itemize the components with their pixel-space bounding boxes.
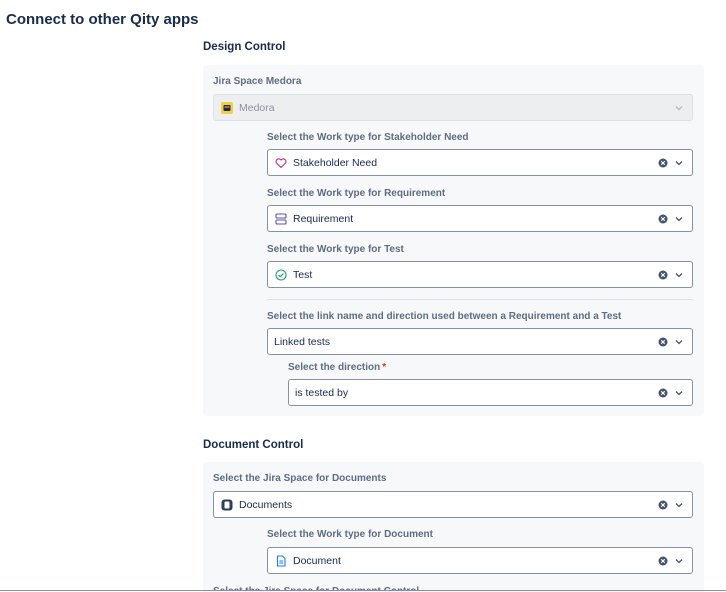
- documents-space-label: Select the Jira Space for Documents: [213, 473, 387, 484]
- requirement-value: Requirement: [293, 212, 354, 225]
- direction-label-text: Select the direction: [288, 362, 381, 373]
- chevron-down-icon[interactable]: [674, 500, 684, 510]
- page-title: Connect to other Qity apps: [6, 11, 199, 28]
- test-value: Test: [293, 268, 313, 281]
- direction-select[interactable]: is tested by: [288, 379, 693, 406]
- chevron-down-icon[interactable]: [674, 214, 684, 224]
- viewport-edge: [0, 590, 726, 591]
- heart-icon: [274, 156, 288, 170]
- clear-icon[interactable]: [658, 270, 668, 280]
- document-type-value: Document: [293, 554, 341, 567]
- project-avatar-icon: [220, 101, 234, 115]
- document-type-select[interactable]: Document: [267, 547, 693, 574]
- clear-icon[interactable]: [658, 214, 668, 224]
- clear-icon[interactable]: [658, 500, 668, 510]
- link-value: Linked tests: [274, 335, 331, 348]
- chevron-down-icon: [674, 103, 684, 113]
- requirement-icon: [274, 212, 288, 226]
- stakeholder-value: Stakeholder Need: [293, 156, 378, 169]
- requirement-label: Select the Work type for Requirement: [267, 188, 446, 199]
- chevron-down-icon[interactable]: [674, 337, 684, 347]
- test-label: Select the Work type for Test: [267, 244, 404, 255]
- test-select[interactable]: Test: [267, 261, 693, 288]
- chevron-down-icon[interactable]: [674, 270, 684, 280]
- stakeholder-select[interactable]: Stakeholder Need: [267, 149, 693, 176]
- link-label: Select the link name and direction used …: [267, 311, 622, 322]
- jira-space-value: Medora: [239, 101, 275, 114]
- documents-space-icon: [220, 498, 234, 512]
- check-circle-icon: [274, 268, 288, 282]
- clear-icon[interactable]: [658, 388, 668, 398]
- requirement-select[interactable]: Requirement: [267, 205, 693, 232]
- chevron-down-icon[interactable]: [674, 158, 684, 168]
- link-select[interactable]: Linked tests: [267, 328, 693, 355]
- clear-icon[interactable]: [658, 556, 668, 566]
- chevron-down-icon[interactable]: [674, 388, 684, 398]
- document-control-title: Document Control: [203, 439, 304, 451]
- jira-space-select: Medora: [213, 94, 693, 121]
- documents-space-select[interactable]: Documents: [213, 491, 693, 518]
- document-icon: [274, 554, 288, 568]
- clear-icon[interactable]: [658, 158, 668, 168]
- document-type-label: Select the Work type for Document: [267, 529, 433, 540]
- direction-value: is tested by: [295, 386, 349, 399]
- required-marker: *: [382, 362, 387, 373]
- documents-space-value: Documents: [239, 498, 293, 511]
- chevron-down-icon[interactable]: [674, 556, 684, 566]
- direction-label: Select the direction *: [288, 362, 386, 373]
- design-control-title: Design Control: [203, 41, 286, 53]
- clear-icon[interactable]: [658, 337, 668, 347]
- divider: [267, 299, 693, 300]
- jira-space-label: Jira Space Medora: [213, 76, 302, 87]
- stakeholder-label: Select the Work type for Stakeholder Nee…: [267, 132, 469, 143]
